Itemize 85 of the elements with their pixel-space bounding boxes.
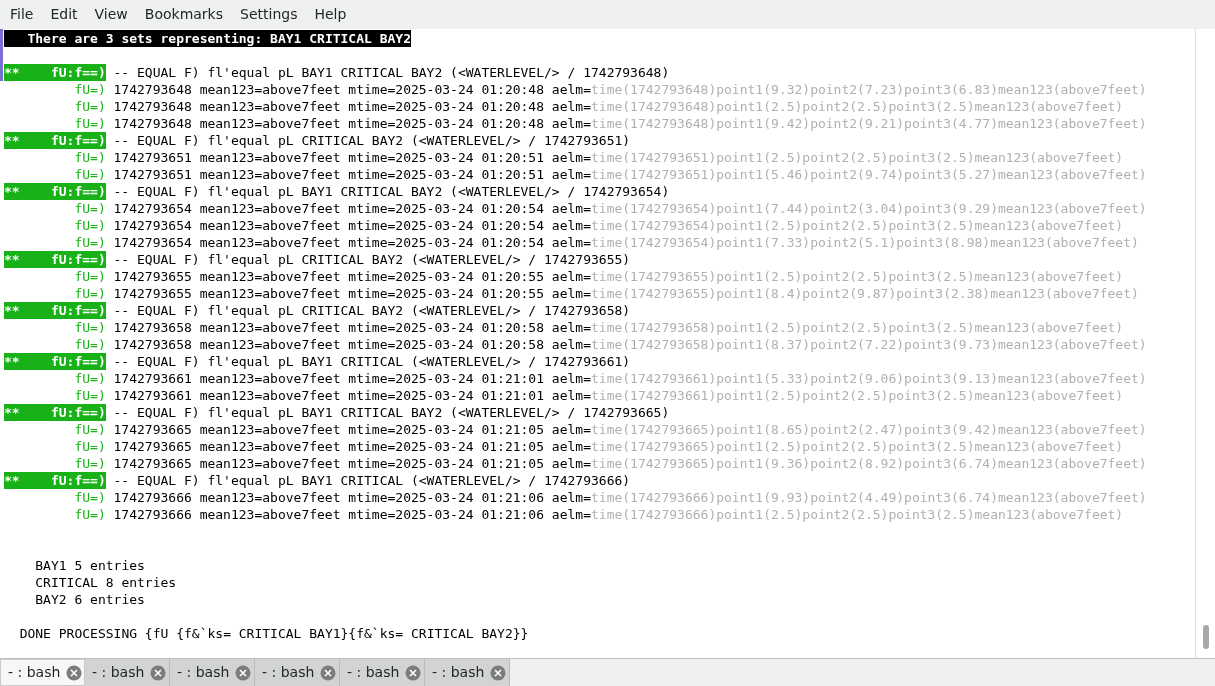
entry-line: 1742793665 mean123=above7feet mtime=2025-03-24 01:21:05 aelm=time(1742793665)point1(8.65)point2(2.47)point3(9.42)mean123(above7feet): [113, 421, 1147, 438]
match-header: -- EQUAL F) fl'equal pL BAY1 CRITICAL (<WATERLEVEL/> / 1742793661): [113, 353, 631, 370]
menu-item[interactable]: Bookmarks: [137, 4, 230, 25]
entry-line: 1742793665 mean123=above7feet mtime=2025-03-24 01:21:05 aelm=time(1742793665)point1(9.36)point2(8.92)point3(6.74)mean123(above7feet): [113, 455, 1147, 472]
close-icon[interactable]: [405, 664, 422, 681]
entry-tag: fU=): [74, 217, 106, 234]
menu-item[interactable]: Help: [307, 4, 354, 25]
match-badge: ** fU:f==): [4, 472, 106, 489]
menu-item[interactable]: File: [3, 4, 41, 25]
entry-line: 1742793655 mean123=above7feet mtime=2025-03-24 01:20:55 aelm=time(1742793655)point1(8.4)point2(9.87)point3(2.38)mean123(above7feet): [113, 285, 1139, 302]
summary-line: BAY2 6 entries: [35, 592, 145, 607]
match-header: -- EQUAL F) fl'equal pL CRITICAL BAY2 (<WATERLEVEL/> / 1742793655): [113, 251, 631, 268]
entry-tag: fU=): [74, 455, 106, 472]
terminal-tab[interactable]: - : bash: [170, 659, 255, 686]
match-badge: ** fU:f==): [4, 302, 106, 319]
summary-line: BAY1 5 entries: [35, 558, 145, 573]
entry-line: 1742793648 mean123=above7feet mtime=2025-03-24 01:20:48 aelm=time(1742793648)point1(2.5)point2(2.5)point3(2.5)mean123(above7feet): [113, 98, 1124, 115]
entry-tag: fU=): [74, 370, 106, 387]
menu-item[interactable]: Settings: [233, 4, 305, 25]
match-header: -- EQUAL F) fl'equal pL BAY1 CRITICAL BAY2 (<WATERLEVEL/> / 1742793648): [113, 64, 670, 81]
tab-label: - : bash: [177, 663, 230, 682]
entry-tag: fU=): [74, 234, 106, 251]
match-header: -- EQUAL F) fl'equal pL BAY1 CRITICAL BAY2 (<WATERLEVEL/> / 1742793654): [113, 183, 670, 200]
line-marker: [0, 29, 3, 81]
close-icon[interactable]: [150, 664, 167, 681]
entry-line: 1742793658 mean123=above7feet mtime=2025-03-24 01:20:58 aelm=time(1742793658)point1(2.5)point2(2.5)point3(2.5)mean123(above7feet): [113, 319, 1124, 336]
summary-line: CRITICAL 8 entries: [35, 575, 177, 590]
tab-label: - : bash: [347, 663, 400, 682]
entry-line: 1742793654 mean123=above7feet mtime=2025-03-24 01:20:54 aelm=time(1742793654)point1(7.44)point2(3.04)point3(9.29)mean123(above7feet): [113, 200, 1147, 217]
entry-line: 1742793654 mean123=above7feet mtime=2025-03-24 01:20:54 aelm=time(1742793654)point1(2.5)point2(2.5)point3(2.5)mean123(above7feet): [113, 217, 1124, 234]
match-header: -- EQUAL F) fl'equal pL CRITICAL BAY2 (<WATERLEVEL/> / 1742793658): [113, 302, 631, 319]
menu-item[interactable]: View: [87, 4, 135, 25]
entry-tag: fU=): [74, 200, 106, 217]
entry-line: 1742793651 mean123=above7feet mtime=2025-03-24 01:20:51 aelm=time(1742793651)point1(2.5)point2(2.5)point3(2.5)mean123(above7feet): [113, 149, 1124, 166]
entry-line: 1742793648 mean123=above7feet mtime=2025-03-24 01:20:48 aelm=time(1742793648)point1(9.32)point2(7.23)point3(6.83)mean123(above7feet): [113, 81, 1147, 98]
terminal-tab[interactable]: - : bash: [425, 659, 510, 686]
entry-tag: fU=): [74, 421, 106, 438]
close-icon[interactable]: [235, 664, 252, 681]
entry-line: 1742793655 mean123=above7feet mtime=2025-03-24 01:20:55 aelm=time(1742793655)point1(2.5)point2(2.5)point3(2.5)mean123(above7feet): [113, 268, 1124, 285]
match-badge: ** fU:f==): [4, 64, 106, 81]
entry-tag: fU=): [74, 166, 106, 183]
entry-tag: fU=): [74, 489, 106, 506]
match-badge: ** fU:f==): [4, 132, 106, 149]
entry-tag: fU=): [74, 115, 106, 132]
scrollbar-thumb[interactable]: [1202, 625, 1209, 649]
entry-line: 1742793666 mean123=above7feet mtime=2025-03-24 01:21:06 aelm=time(1742793666)point1(2.5)point2(2.5)point3(2.5)mean123(above7feet): [113, 506, 1124, 523]
entry-tag: fU=): [74, 387, 106, 404]
match-header: -- EQUAL F) fl'equal pL BAY1 CRITICAL BAY2 (<WATERLEVEL/> / 1742793665): [113, 404, 670, 421]
menu-item[interactable]: Edit: [43, 4, 85, 25]
terminal-tab[interactable]: - : bash: [0, 659, 85, 686]
entry-line: 1742793648 mean123=above7feet mtime=2025-03-24 01:20:48 aelm=time(1742793648)point1(9.42)point2(9.21)point3(4.77)mean123(above7feet): [113, 115, 1147, 132]
match-header: -- EQUAL F) fl'equal pL CRITICAL BAY2 (<WATERLEVEL/> / 1742793651): [113, 132, 631, 149]
entry-line: 1742793666 mean123=above7feet mtime=2025-03-24 01:21:06 aelm=time(1742793666)point1(9.93)point2(4.49)point3(6.74)mean123(above7feet): [113, 489, 1147, 506]
entry-tag: fU=): [74, 506, 106, 523]
terminal-tab[interactable]: - : bash: [340, 659, 425, 686]
entry-tag: fU=): [74, 81, 106, 98]
entry-line: 1742793661 mean123=above7feet mtime=2025-03-24 01:21:01 aelm=time(1742793661)point1(5.33)point2(9.06)point3(9.13)mean123(above7feet): [113, 370, 1147, 387]
close-icon[interactable]: [490, 664, 507, 681]
entry-tag: fU=): [74, 438, 106, 455]
tab-label: - : bash: [432, 663, 485, 682]
tab-label: - : bash: [92, 663, 145, 682]
entry-tag: fU=): [74, 268, 106, 285]
terminal-tab[interactable]: - : bash: [85, 659, 170, 686]
match-badge: ** fU:f==): [4, 183, 106, 200]
match-header: -- EQUAL F) fl'equal pL BAY1 CRITICAL (<WATERLEVEL/> / 1742793666): [113, 472, 631, 489]
entry-tag: fU=): [74, 149, 106, 166]
terminal-tab[interactable]: - : bash: [255, 659, 340, 686]
entry-tag: fU=): [74, 319, 106, 336]
entry-tag: fU=): [74, 98, 106, 115]
match-badge: ** fU:f==): [4, 353, 106, 370]
tab-label: - : bash: [8, 663, 61, 682]
close-icon[interactable]: [66, 664, 83, 681]
entry-tag: fU=): [74, 336, 106, 353]
entry-line: 1742793658 mean123=above7feet mtime=2025-03-24 01:20:58 aelm=time(1742793658)point1(8.37)point2(7.22)point3(9.73)mean123(above7feet): [113, 336, 1147, 353]
entry-line: 1742793651 mean123=above7feet mtime=2025-03-24 01:20:51 aelm=time(1742793651)point1(5.46)point2(9.74)point3(5.27)mean123(above7feet): [113, 166, 1147, 183]
done-line: DONE PROCESSING {fU {f&`ks= CRITICAL BAY1}{f&`ks= CRITICAL BAY2}}: [19, 626, 529, 641]
entry-line: 1742793661 mean123=above7feet mtime=2025-03-24 01:21:01 aelm=time(1742793661)point1(2.5)point2(2.5)point3(2.5)mean123(above7feet): [113, 387, 1124, 404]
entry-tag: fU=): [74, 285, 106, 302]
match-badge: ** fU:f==): [4, 251, 106, 268]
match-badge: ** fU:f==): [4, 404, 106, 421]
entry-line: 1742793665 mean123=above7feet mtime=2025-03-24 01:21:05 aelm=time(1742793665)point1(2.5)point2(2.5)point3(2.5)mean123(above7feet): [113, 438, 1124, 455]
entry-line: 1742793654 mean123=above7feet mtime=2025-03-24 01:20:54 aelm=time(1742793654)point1(7.33)point2(5.1)point3(8.98)mean123(above7feet): [113, 234, 1139, 251]
tab-label: - : bash: [262, 663, 315, 682]
close-icon[interactable]: [320, 664, 337, 681]
banner-text: There are 3 sets representing: BAY1 CRITICAL BAY2: [4, 30, 411, 47]
